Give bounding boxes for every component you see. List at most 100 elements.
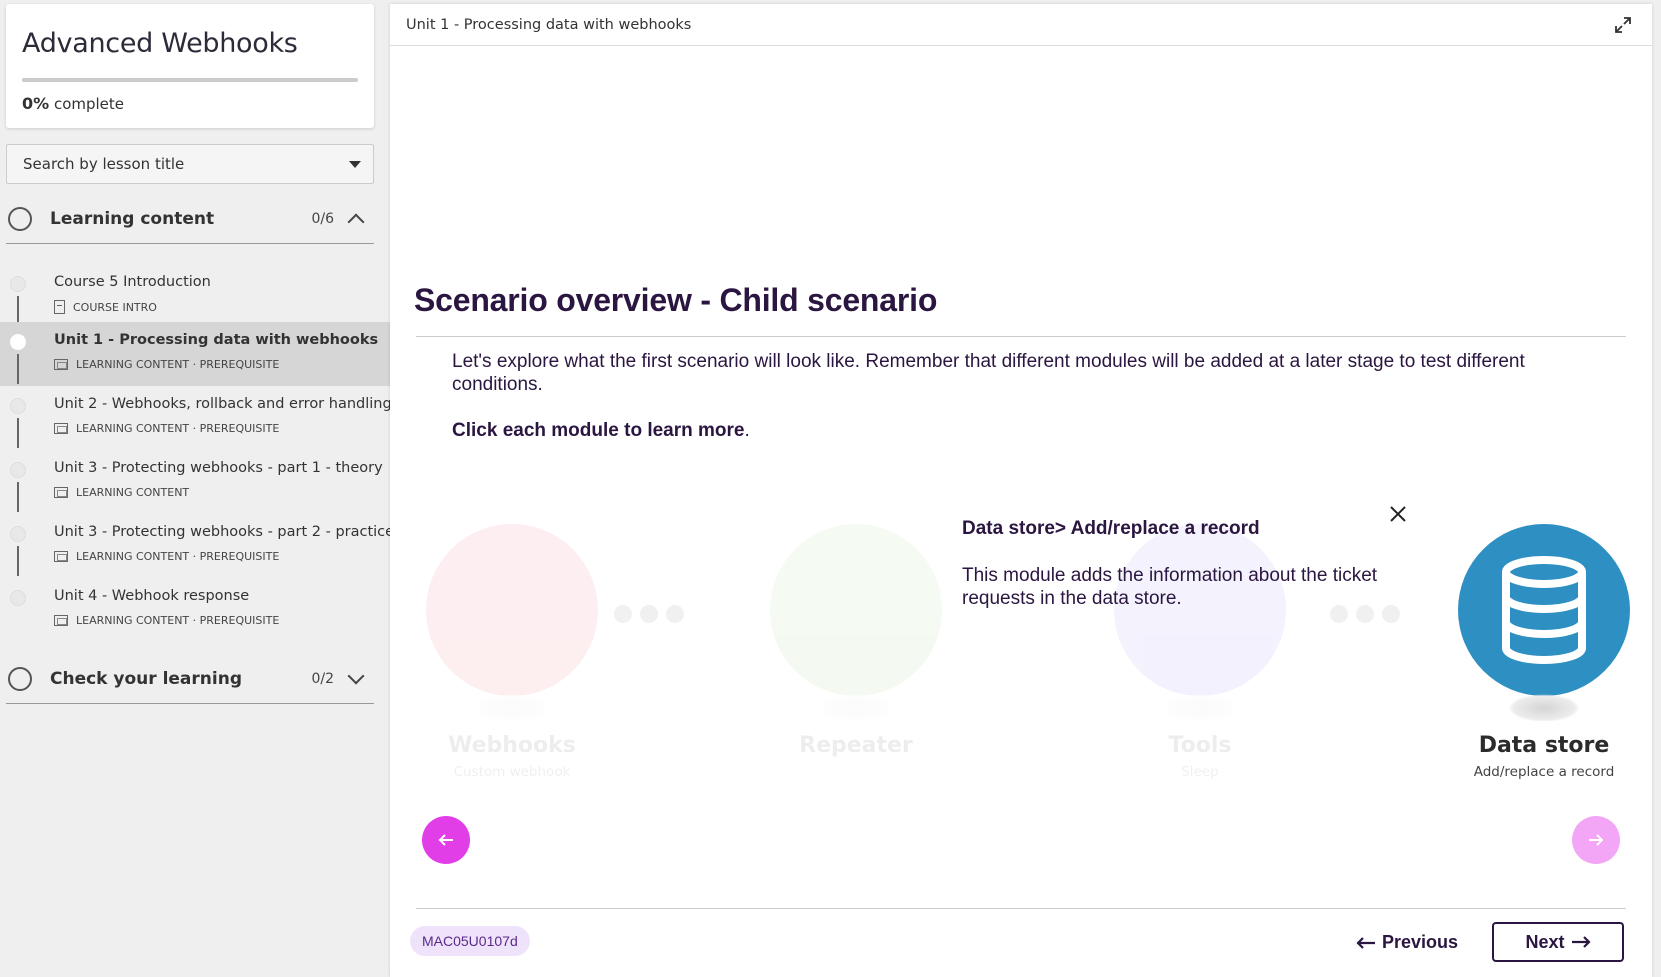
divider xyxy=(416,336,1626,337)
document-icon xyxy=(54,300,65,314)
module-shadow xyxy=(476,694,548,722)
lesson-topbar: Unit 1 - Processing data with webhooks xyxy=(390,4,1652,46)
section-label: Learning content xyxy=(50,208,215,229)
lesson-title: Unit 1 - Processing data with webhooks xyxy=(54,332,379,348)
carousel-prev-button[interactable] xyxy=(422,816,470,864)
module-shadow xyxy=(1164,694,1236,722)
lesson-title: Unit 2 - Webhooks, rollback and error ha… xyxy=(54,396,392,412)
slides-icon xyxy=(54,487,68,498)
slides-icon xyxy=(54,423,68,434)
intro-text: Let's explore what the first scenario wi… xyxy=(452,351,1525,395)
next-label: Next xyxy=(1525,931,1565,952)
lesson-meta-text: LEARNING CONTENT · PREREQUISITE xyxy=(76,358,280,371)
lesson-status-dot xyxy=(10,462,26,478)
close-icon[interactable] xyxy=(1388,504,1408,524)
lesson-title: Unit 3 - Protecting webhooks - part 2 - … xyxy=(54,524,395,540)
lesson-status-dot xyxy=(10,526,26,542)
page-title: Scenario overview - Child scenario xyxy=(414,282,938,318)
webhook-icon xyxy=(426,524,598,696)
lesson-meta: LEARNING CONTENT · PREREQUISITE xyxy=(54,614,279,627)
module-tools[interactable]: Tools Sleep xyxy=(1112,524,1288,780)
lesson-title: Course 5 Introduction xyxy=(54,274,211,290)
arrow-left-icon xyxy=(438,834,453,846)
expand-icon[interactable] xyxy=(1614,16,1632,34)
lesson-meta-text: LEARNING CONTENT · PREREQUISITE xyxy=(76,550,280,563)
slides-icon xyxy=(54,551,68,562)
module-sub: Custom webhook xyxy=(453,764,571,780)
next-button[interactable]: Next xyxy=(1492,922,1624,962)
lesson-connector xyxy=(17,546,19,576)
module-repeater[interactable]: Repeater xyxy=(768,524,944,774)
lesson-meta-text: LEARNING CONTENT xyxy=(76,486,190,499)
slides-icon xyxy=(54,615,68,626)
module-sub: Add/replace a record xyxy=(1473,764,1615,780)
lesson-item-active[interactable]: Unit 1 - Processing data with webhooks L… xyxy=(0,322,390,386)
slides-icon xyxy=(54,359,68,370)
lesson-item[interactable]: Course 5 Introduction COURSE INTRO xyxy=(0,264,390,328)
lesson-code-badge: MAC05U0107d xyxy=(410,926,530,956)
arrow-right-icon xyxy=(1589,834,1604,846)
section-learning-content[interactable]: Learning content 0/6 xyxy=(6,194,374,244)
module-name: Tools xyxy=(1168,733,1232,758)
caret-down-icon xyxy=(349,161,361,168)
popup-title: Data store> Add/replace a record xyxy=(962,518,1260,539)
lesson-connector xyxy=(17,482,19,512)
lesson-meta: LEARNING CONTENT · PREREQUISITE xyxy=(54,358,279,371)
lesson-meta: COURSE INTRO xyxy=(54,300,157,314)
lesson-title: Unit 3 - Protecting webhooks - part 1 - … xyxy=(54,460,383,476)
arrow-right-icon xyxy=(1571,936,1591,948)
lesson-status-dot xyxy=(10,276,26,292)
previous-button[interactable]: Previous xyxy=(1356,932,1458,953)
lesson-connector xyxy=(17,354,19,384)
lesson-item[interactable]: Unit 3 - Protecting webhooks - part 1 - … xyxy=(0,450,390,514)
progress-suffix: complete xyxy=(53,95,125,113)
lesson-status-dot xyxy=(10,334,26,350)
chevron-up-icon[interactable] xyxy=(347,213,365,230)
instruction-text: Click each module to learn more. xyxy=(452,420,750,442)
lesson-meta: LEARNING CONTENT · PREREQUISITE xyxy=(54,422,279,435)
tools-icon xyxy=(1114,524,1286,696)
chevron-down-icon[interactable] xyxy=(347,667,365,684)
arrow-left-icon xyxy=(1356,936,1375,949)
lesson-meta: LEARNING CONTENT · PREREQUISITE xyxy=(54,550,279,563)
carousel-next-button[interactable] xyxy=(1572,816,1620,864)
module-name: Data store xyxy=(1478,733,1610,758)
section-check-learning[interactable]: Check your learning 0/2 xyxy=(6,654,374,704)
circle-status-icon xyxy=(8,666,32,691)
module-webhooks[interactable]: Webhooks Custom webhook xyxy=(424,524,600,780)
lesson-meta-text: COURSE INTRO xyxy=(73,300,157,314)
section-label: Check your learning xyxy=(50,668,242,689)
lesson-item[interactable]: Unit 3 - Protecting webhooks - part 2 - … xyxy=(0,514,394,578)
lesson-search-label: Search by lesson title xyxy=(23,155,185,173)
database-icon xyxy=(1458,524,1630,696)
lesson-meta: LEARNING CONTENT xyxy=(54,486,189,499)
lesson-title: Unit 4 - Webhook response xyxy=(54,588,250,604)
module-connector xyxy=(614,604,684,624)
section-count: 0/2 xyxy=(311,670,334,687)
module-sub: Sleep xyxy=(1181,764,1219,780)
instruction-bold: Click each module to learn more xyxy=(452,420,745,441)
lesson-search-select[interactable]: Search by lesson title xyxy=(6,144,374,184)
course-card: Advanced Webhooks 0% complete xyxy=(6,4,374,128)
module-shadow xyxy=(820,694,892,722)
breadcrumb: Unit 1 - Processing data with webhooks xyxy=(406,17,692,33)
module-name: Webhooks xyxy=(448,733,576,758)
repeater-icon xyxy=(770,524,942,696)
module-data-store[interactable]: Data store Add/replace a record xyxy=(1456,524,1632,780)
section-count: 0/6 xyxy=(311,210,334,227)
sidebar: Advanced Webhooks 0% complete Search by … xyxy=(0,0,394,977)
lesson-item[interactable]: Unit 4 - Webhook response LEARNING CONTE… xyxy=(0,578,390,642)
lesson-meta-text: LEARNING CONTENT · PREREQUISITE xyxy=(76,422,280,435)
lesson-panel: Unit 1 - Processing data with webhooks S… xyxy=(390,4,1652,977)
progress-bar xyxy=(22,78,358,82)
instruction-end: . xyxy=(744,420,750,441)
course-title: Advanced Webhooks xyxy=(22,28,298,59)
lesson-meta-text: LEARNING CONTENT · PREREQUISITE xyxy=(76,614,280,627)
lesson-item[interactable]: Unit 2 - Webhooks, rollback and error ha… xyxy=(0,386,392,450)
module-shadow xyxy=(1508,694,1580,722)
circle-status-icon xyxy=(8,206,32,231)
progress-text: 0% complete xyxy=(22,94,124,113)
module-name: Repeater xyxy=(799,733,913,758)
lesson-status-dot xyxy=(10,590,26,606)
progress-percent: 0% xyxy=(22,94,50,113)
